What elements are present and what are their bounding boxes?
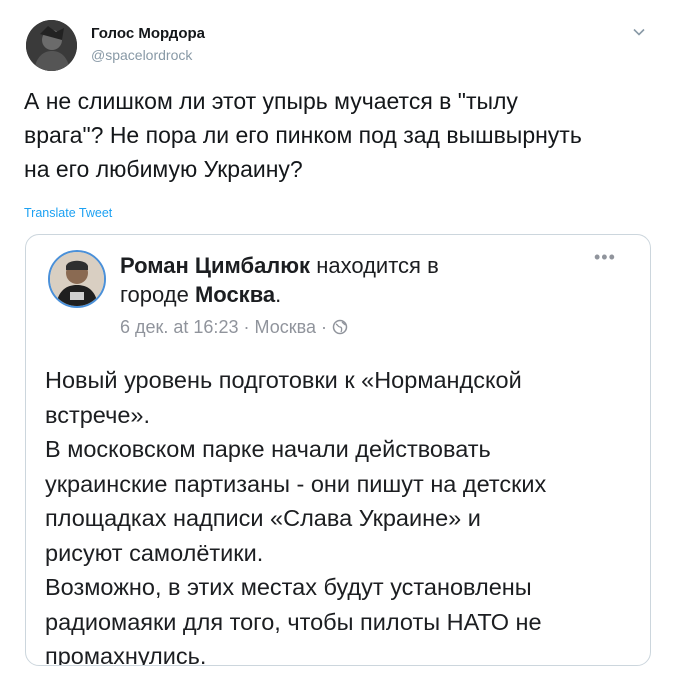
chevron-down-icon[interactable] [632, 25, 646, 39]
post-city[interactable]: Москва [195, 282, 275, 307]
post-status-end: . [275, 282, 282, 307]
globe-icon [332, 319, 348, 335]
post-header: Роман Цимбалюк находится в городе Москва… [120, 251, 560, 309]
post-body-line: промахнулись. [45, 643, 207, 666]
post-body-line: Возможно, в этих местах будут установлен… [45, 574, 532, 600]
tweet-text-line: на его любимую Украину? [24, 156, 303, 182]
meta-separator: · [243, 317, 250, 337]
post-author-avatar[interactable] [48, 250, 106, 308]
tweet-text-line: А не слишком ли этот упырь мучается в "т… [24, 88, 518, 114]
post-body-line: рисуют самолётики. [45, 539, 264, 566]
meta-separator: · [320, 317, 327, 337]
post-body-line: встрече». [45, 401, 151, 428]
post-body: Новый уровень подготовки к «Нормандской … [45, 363, 640, 666]
more-options-icon[interactable]: ••• [594, 247, 616, 268]
post-date[interactable]: 6 дек. at 16:23 [120, 317, 238, 337]
tweet-text: А не слишком ли этот упырь мучается в "т… [24, 84, 654, 186]
post-body-line: В московском парке начали действовать [45, 436, 491, 462]
author-handle[interactable]: @spacelordrock [91, 47, 192, 63]
author-name[interactable]: Голос Мордора [91, 25, 205, 42]
post-body-line: украинские партизаны - они пишут на детс… [45, 470, 547, 497]
translate-tweet-link[interactable]: Translate Tweet [24, 206, 112, 220]
post-body-line: Новый уровень подготовки к «Нормандской [45, 367, 522, 393]
post-author-name[interactable]: Роман Цимбалюк [120, 253, 310, 278]
post-body-line: радиомаяки для того, чтобы пилоты НАТО н… [45, 608, 542, 635]
post-status-prefix: находится в [316, 253, 439, 278]
post-meta: 6 дек. at 16:23 · Москва · [120, 317, 348, 338]
post-body-line: площадках надписи «Слава Украине» и [45, 505, 481, 531]
post-location[interactable]: Москва [255, 317, 316, 337]
author-avatar[interactable] [26, 20, 77, 71]
tweet: Голос Мордора @spacelordrock А не слишко… [0, 0, 676, 675]
tweet-text-line: врага"? Не пора ли его пинком под зад вы… [24, 122, 582, 148]
post-status-mid: городе [120, 282, 189, 307]
embedded-screenshot[interactable]: Роман Цимбалюк находится в городе Москва… [25, 234, 651, 666]
